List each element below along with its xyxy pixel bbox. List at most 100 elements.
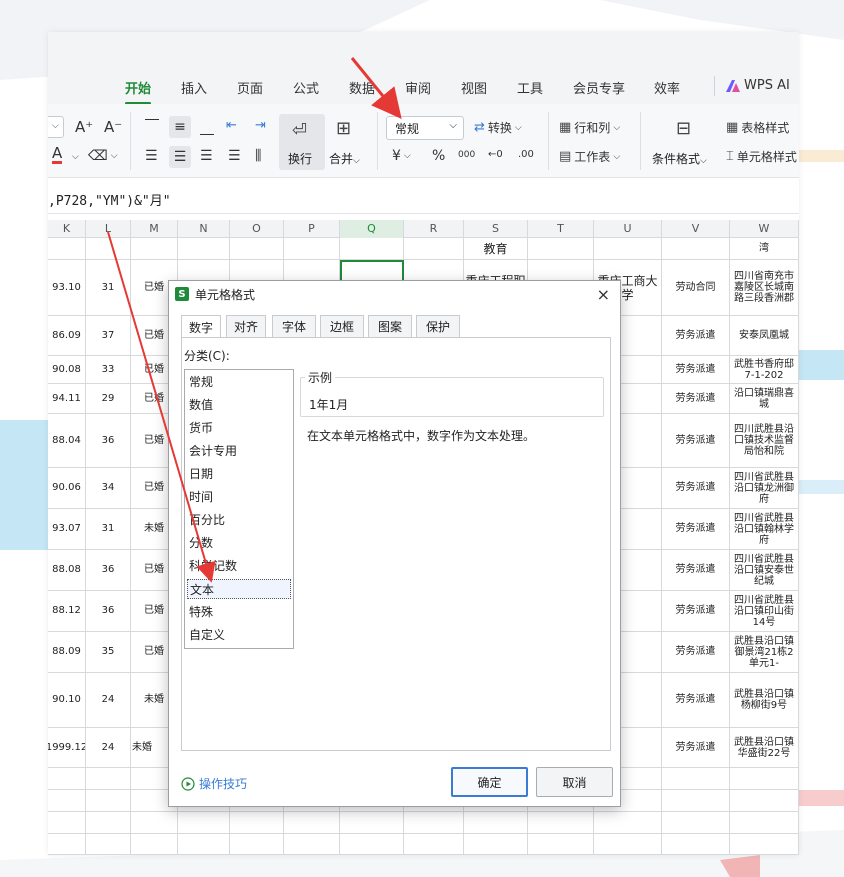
table-cell[interactable]: 四川省武胜县沿口镇安泰世纪城 [730, 550, 799, 591]
table-cell[interactable]: 37 [86, 316, 131, 356]
category-item-special[interactable]: 特殊 [189, 602, 289, 622]
category-item-time[interactable]: 时间 [189, 487, 289, 507]
column-header-u[interactable]: U [594, 220, 662, 238]
table-cell[interactable]: 湾 [730, 238, 799, 260]
table-cell[interactable] [230, 812, 284, 834]
column-header-m[interactable]: M [131, 220, 178, 238]
table-cell[interactable]: 31 [86, 260, 131, 316]
column-header-p[interactable]: P [284, 220, 340, 238]
column-header-l[interactable]: L [86, 220, 131, 238]
table-cell[interactable] [340, 238, 404, 260]
table-cell[interactable] [48, 834, 86, 855]
align-top-button[interactable]: ⎺ [145, 118, 159, 134]
table-cell[interactable]: 劳务派遣 [662, 356, 730, 384]
decimal-decrease-button[interactable]: .00 [518, 149, 534, 160]
table-cell[interactable]: 劳务派遣 [662, 468, 730, 509]
table-cell[interactable]: 86.09 [48, 316, 86, 356]
table-cell[interactable] [594, 812, 662, 834]
table-cell[interactable] [464, 834, 528, 855]
table-cell[interactable]: 90.06 [48, 468, 86, 509]
tab-number[interactable]: 数字 [181, 315, 221, 338]
table-style-button[interactable]: ▦ 表格样式 [726, 119, 789, 136]
table-cell[interactable]: 31 [86, 509, 131, 550]
align-right-button[interactable]: ☰ [200, 148, 213, 164]
table-cell[interactable] [48, 768, 86, 790]
column-header-v[interactable]: V [662, 220, 730, 238]
table-cell[interactable] [662, 768, 730, 790]
table-cell[interactable]: 88.04 [48, 414, 86, 468]
table-cell[interactable] [404, 834, 464, 855]
cell-style-button[interactable]: ⌶ 单元格样式 [726, 148, 797, 165]
column-header-q[interactable]: Q [340, 220, 404, 238]
table-cell[interactable] [48, 238, 86, 260]
table-cell[interactable] [230, 238, 284, 260]
chevron-down-icon[interactable]: ⌵ [72, 152, 79, 162]
worksheet-button[interactable]: ▤ 工作表 ⌵ [559, 148, 620, 165]
table-cell[interactable] [528, 834, 594, 855]
table-cell[interactable]: 沿口镇瑞鼎喜城 [730, 384, 799, 414]
table-cell[interactable]: 安泰凤凰城 [730, 316, 799, 356]
table-cell[interactable] [86, 790, 131, 812]
table-cell[interactable]: 教育 [464, 238, 528, 260]
table-cell[interactable] [86, 238, 131, 260]
table-cell[interactable]: 武胜县沿口镇御景湾21栋2单元1- [730, 632, 799, 673]
category-item-number[interactable]: 数值 [189, 395, 289, 415]
table-cell[interactable]: 93.10 [48, 260, 86, 316]
wrap-text-button[interactable]: ⏎ 换行 [279, 114, 325, 170]
table-cell[interactable] [131, 834, 178, 855]
tab-insert[interactable]: 插入 [181, 78, 207, 97]
table-cell[interactable] [464, 812, 528, 834]
table-cell[interactable]: 劳务派遣 [662, 316, 730, 356]
indent-decrease-button[interactable]: ⇤ [226, 118, 237, 133]
align-left-button[interactable]: ☰ [145, 148, 158, 164]
category-item-accounting[interactable]: 会计专用 [189, 441, 289, 461]
font-decrease-button[interactable]: A⁻ [104, 118, 122, 136]
table-cell[interactable] [594, 238, 662, 260]
table-cell[interactable]: 33 [86, 356, 131, 384]
table-cell[interactable]: 四川省武胜县沿口镇印山街14号 [730, 591, 799, 632]
convert-button[interactable]: ⇄ 转换 ⌵ [474, 119, 522, 136]
category-item-text[interactable]: 文本 [187, 579, 291, 599]
number-format-dropdown[interactable]: 常规 ⌵ [386, 116, 464, 140]
indent-increase-button[interactable]: ⇥ [255, 118, 266, 133]
font-size-dropdown[interactable]: ⌵ [48, 116, 64, 138]
table-cell[interactable] [662, 790, 730, 812]
category-item-currency[interactable]: 货币 [189, 418, 289, 438]
table-cell[interactable]: 94.11 [48, 384, 86, 414]
currency-button[interactable]: ¥ ⌵ [392, 148, 411, 164]
table-cell[interactable]: 29 [86, 384, 131, 414]
table-cell[interactable]: 88.08 [48, 550, 86, 591]
table-cell[interactable]: 36 [86, 591, 131, 632]
tab-member[interactable]: 会员专享 [573, 78, 625, 97]
tab-data[interactable]: 数据 [349, 78, 375, 97]
table-cell[interactable] [528, 812, 594, 834]
tab-alignment[interactable]: 对齐 [226, 315, 266, 337]
align-bottom-button[interactable]: ⎽ [200, 120, 214, 136]
tab-border[interactable]: 边框 [320, 315, 364, 337]
column-header-n[interactable]: N [178, 220, 230, 238]
table-cell[interactable]: 34 [86, 468, 131, 509]
column-header-w[interactable]: W [730, 220, 799, 238]
table-cell[interactable] [662, 812, 730, 834]
table-cell[interactable]: 四川省南充市嘉陵区长城南路三段香洲郡 [730, 260, 799, 316]
table-cell[interactable]: 劳务派遣 [662, 414, 730, 468]
tab-page[interactable]: 页面 [237, 78, 263, 97]
tab-review[interactable]: 审阅 [405, 78, 431, 97]
table-cell[interactable] [284, 812, 340, 834]
merge-button[interactable]: ⊞ 合并⌵ [329, 114, 369, 170]
category-item-custom[interactable]: 自定义 [189, 625, 289, 645]
table-cell[interactable]: 劳务派遣 [662, 632, 730, 673]
conditional-format-button[interactable]: ⊟ 条件格式⌵ [652, 114, 722, 170]
percent-button[interactable]: % [432, 148, 445, 164]
table-cell[interactable] [662, 238, 730, 260]
table-cell[interactable] [86, 812, 131, 834]
table-cell[interactable]: 劳务派遣 [662, 673, 730, 728]
table-cell[interactable]: 88.12 [48, 591, 86, 632]
table-cell[interactable]: 武胜书香府邸7-1-202 [730, 356, 799, 384]
category-item-general[interactable]: 常规 [189, 372, 289, 392]
table-cell[interactable] [594, 834, 662, 855]
align-middle-button[interactable]: ≡ [169, 116, 191, 138]
category-item-fraction[interactable]: 分数 [189, 533, 289, 553]
table-cell[interactable]: 劳务派遣 [662, 591, 730, 632]
table-cell[interactable] [178, 238, 230, 260]
